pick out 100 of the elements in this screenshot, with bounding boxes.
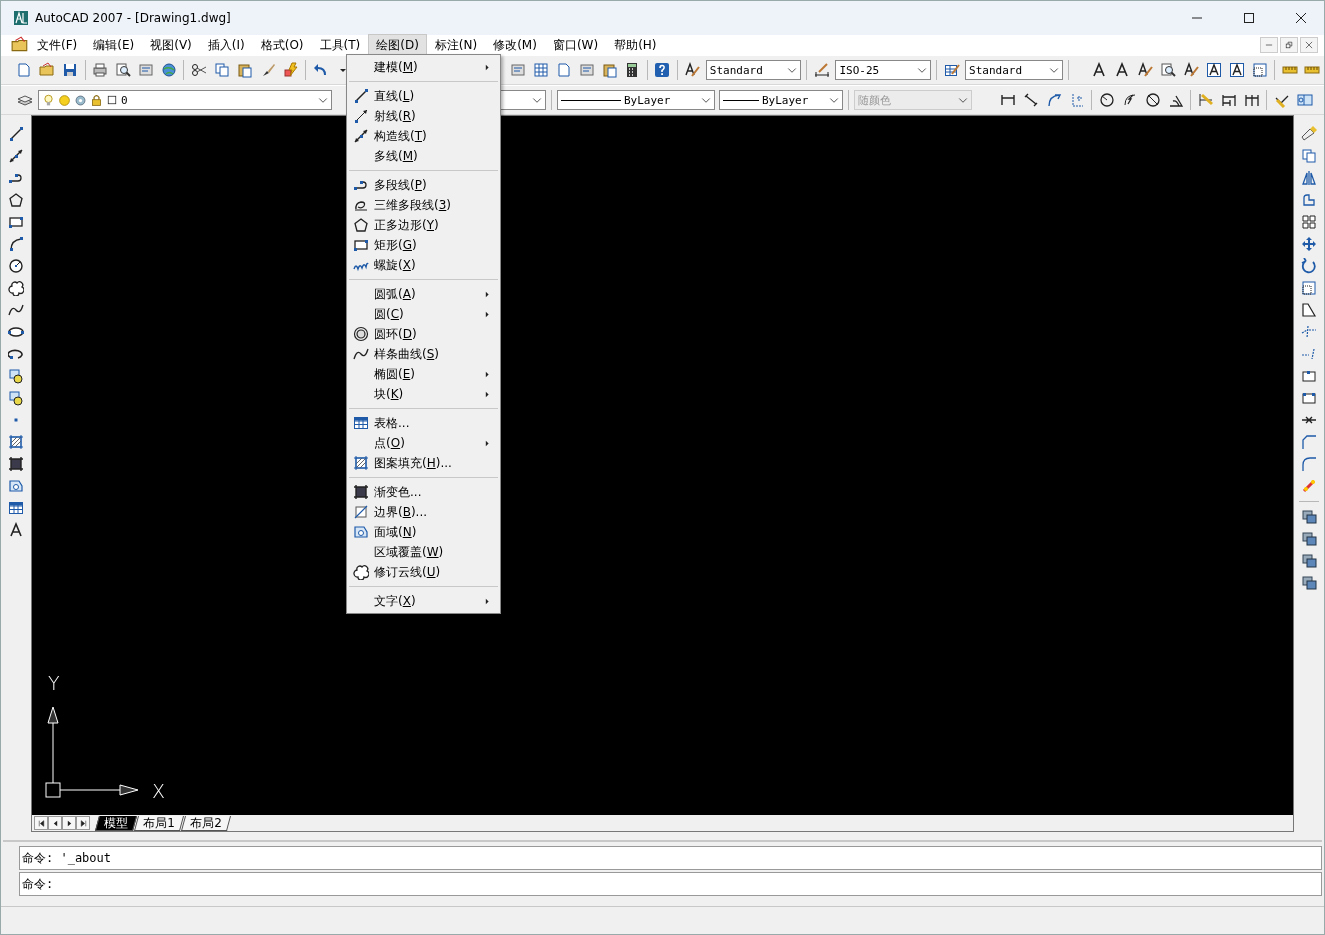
ray-icon[interactable] — [352, 108, 369, 124]
insert-block-icon[interactable] — [8, 368, 24, 384]
diameter-dimension-icon[interactable] — [1144, 92, 1161, 108]
submenu-arrow-icon[interactable] — [483, 596, 492, 606]
lightning-icon[interactable] — [282, 62, 299, 78]
menu-item[interactable]: 格式(O) — [252, 33, 312, 57]
menu-item[interactable]: 帮助(H) — [606, 33, 665, 57]
menu-item[interactable]: 正多边形(Y) — [347, 215, 500, 235]
extend-icon[interactable] — [1301, 346, 1317, 362]
arc-dimension-icon[interactable] — [1045, 92, 1062, 108]
donut-icon[interactable] — [352, 326, 369, 342]
lock-icon[interactable] — [90, 93, 103, 107]
undo-icon[interactable] — [312, 62, 329, 78]
menu-item[interactable]: 区域覆盖(W) — [347, 542, 500, 562]
break-icon[interactable] — [1301, 368, 1317, 384]
hatch-icon[interactable] — [352, 455, 369, 471]
draw-order-icon[interactable] — [1301, 509, 1317, 525]
rectangle-icon[interactable] — [352, 237, 369, 253]
print-icon[interactable] — [92, 62, 109, 78]
text-style-icon[interactable] — [1137, 62, 1153, 78]
polygon-icon[interactable] — [352, 217, 369, 233]
quick-dimension-icon[interactable] — [1197, 92, 1214, 108]
line-icon[interactable] — [8, 126, 24, 142]
menu-item[interactable]: 图案填充(H)... — [347, 453, 500, 473]
array-icon[interactable] — [1301, 214, 1317, 230]
menu-item[interactable]: 射线(R) — [347, 106, 500, 126]
submenu-arrow-icon[interactable] — [483, 309, 492, 319]
gradient-icon[interactable] — [352, 484, 369, 500]
gradient-icon[interactable] — [8, 456, 24, 472]
make-block-icon[interactable] — [8, 390, 24, 406]
dimension-style-dropdown[interactable]: ISO-25 — [835, 60, 932, 80]
dimension-style-icon[interactable] — [813, 62, 830, 78]
menu-item[interactable]: 三维多段线(3) — [347, 195, 500, 215]
menu-item[interactable]: 标注(N) — [426, 33, 486, 57]
text-scale-icon[interactable] — [1251, 62, 1268, 78]
eraser-icon[interactable] — [1301, 126, 1317, 142]
menu-item[interactable]: 建模(M) — [347, 57, 500, 77]
cloud-icon[interactable] — [352, 564, 369, 580]
line-icon[interactable] — [352, 88, 369, 104]
menu-item[interactable]: 圆环(D) — [347, 324, 500, 344]
cloud-icon[interactable] — [8, 280, 24, 296]
text-style-dropdown[interactable]: Standard — [705, 60, 802, 80]
menu-item[interactable]: 窗口(W) — [544, 33, 607, 57]
menu-item[interactable]: 工具(T) — [311, 33, 369, 57]
table-style-icon[interactable] — [943, 62, 960, 78]
draw-order-icon[interactable] — [1301, 553, 1317, 569]
text-icon[interactable] — [1091, 62, 1108, 78]
menu-item[interactable]: 边界(B)... — [347, 502, 500, 522]
region-icon[interactable] — [8, 478, 24, 494]
text-edit-icon[interactable] — [1114, 62, 1131, 78]
spell-check-icon[interactable] — [1159, 62, 1176, 78]
close-icon[interactable] — [1293, 10, 1309, 26]
color-swatch-icon[interactable] — [106, 94, 118, 106]
spline-icon[interactable] — [352, 346, 369, 362]
copy-icon[interactable] — [213, 62, 230, 78]
scale-icon[interactable] — [1301, 280, 1317, 296]
close-button[interactable] — [1300, 37, 1318, 53]
menu-item[interactable]: 椭圆(E) — [347, 364, 500, 384]
break-icon[interactable] — [1301, 390, 1317, 406]
stretch-icon[interactable] — [1301, 302, 1317, 318]
menu-item[interactable]: 圆(C) — [347, 304, 500, 324]
circle-icon[interactable] — [8, 258, 24, 274]
new-file-icon[interactable] — [16, 62, 33, 78]
move-icon[interactable] — [1301, 236, 1317, 252]
menu-item[interactable]: 视图(V) — [142, 33, 200, 57]
baseline-dimension-icon[interactable] — [1220, 92, 1237, 108]
ellipse-icon[interactable] — [8, 324, 24, 340]
trim-icon[interactable] — [1301, 324, 1317, 340]
copy-icon[interactable] — [1301, 148, 1317, 164]
linear-dimension-icon[interactable] — [999, 92, 1016, 108]
submenu-arrow-icon[interactable] — [483, 438, 492, 448]
menu-item[interactable]: 矩形(G) — [347, 235, 500, 255]
chamfer-icon[interactable] — [1301, 434, 1317, 450]
menu-item[interactable]: 螺旋(X) — [347, 255, 500, 275]
multiline-text-icon[interactable] — [8, 522, 24, 538]
layout-tab[interactable]: 模型 — [95, 815, 137, 831]
construction-line-icon[interactable] — [352, 128, 369, 144]
print-preview-icon[interactable] — [115, 62, 132, 78]
save-icon[interactable] — [62, 62, 79, 78]
table-icon[interactable] — [8, 500, 24, 516]
restore-button[interactable] — [1280, 37, 1298, 53]
text-style-icon[interactable] — [684, 62, 701, 78]
fillet-icon[interactable] — [1301, 456, 1317, 472]
menu-item[interactable]: 表格... — [347, 413, 500, 433]
restore-icon[interactable] — [1284, 40, 1294, 50]
jogged-dimension-icon[interactable] — [1121, 92, 1138, 108]
text-frame-icon[interactable] — [1205, 62, 1222, 78]
menu-item[interactable]: 文字(X) — [347, 591, 500, 611]
menu-item[interactable]: 多段线(P) — [347, 175, 500, 195]
spline-icon[interactable] — [8, 302, 24, 318]
construction-line-icon[interactable] — [8, 148, 24, 164]
cut-icon[interactable] — [190, 62, 207, 78]
rectangle-icon[interactable] — [8, 214, 24, 230]
radius-dimension-icon[interactable] — [1098, 92, 1115, 108]
menu-item[interactable]: 修改(M) — [485, 33, 545, 57]
layout-tab[interactable]: 布局1 — [134, 815, 184, 831]
arc-icon[interactable] — [8, 236, 24, 252]
grid-icon[interactable] — [532, 62, 549, 78]
menu-item[interactable]: 渐变色... — [347, 482, 500, 502]
hatch-icon[interactable] — [8, 434, 24, 450]
